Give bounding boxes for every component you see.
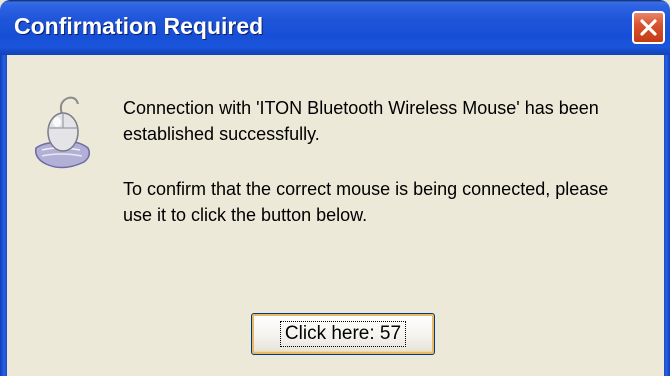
bluetooth-mouse-icon bbox=[34, 96, 91, 169]
confirmation-dialog: Confirmation Required Connection with 'I… bbox=[0, 0, 670, 376]
window-border-left bbox=[0, 55, 7, 376]
window-title: Confirmation Required bbox=[14, 13, 264, 39]
window-border-right bbox=[664, 55, 670, 376]
connection-message: Connection with 'ITON Bluetooth Wireless… bbox=[123, 98, 599, 144]
confirm-click-button[interactable]: Click here: 57 bbox=[251, 313, 435, 355]
confirm-button-label: Click here: 57 bbox=[279, 321, 407, 347]
close-button[interactable] bbox=[632, 11, 665, 44]
instruction-message: To confirm that the correct mouse is bei… bbox=[123, 179, 609, 225]
close-icon bbox=[640, 19, 657, 36]
title-bar[interactable]: Confirmation Required bbox=[0, 0, 670, 55]
